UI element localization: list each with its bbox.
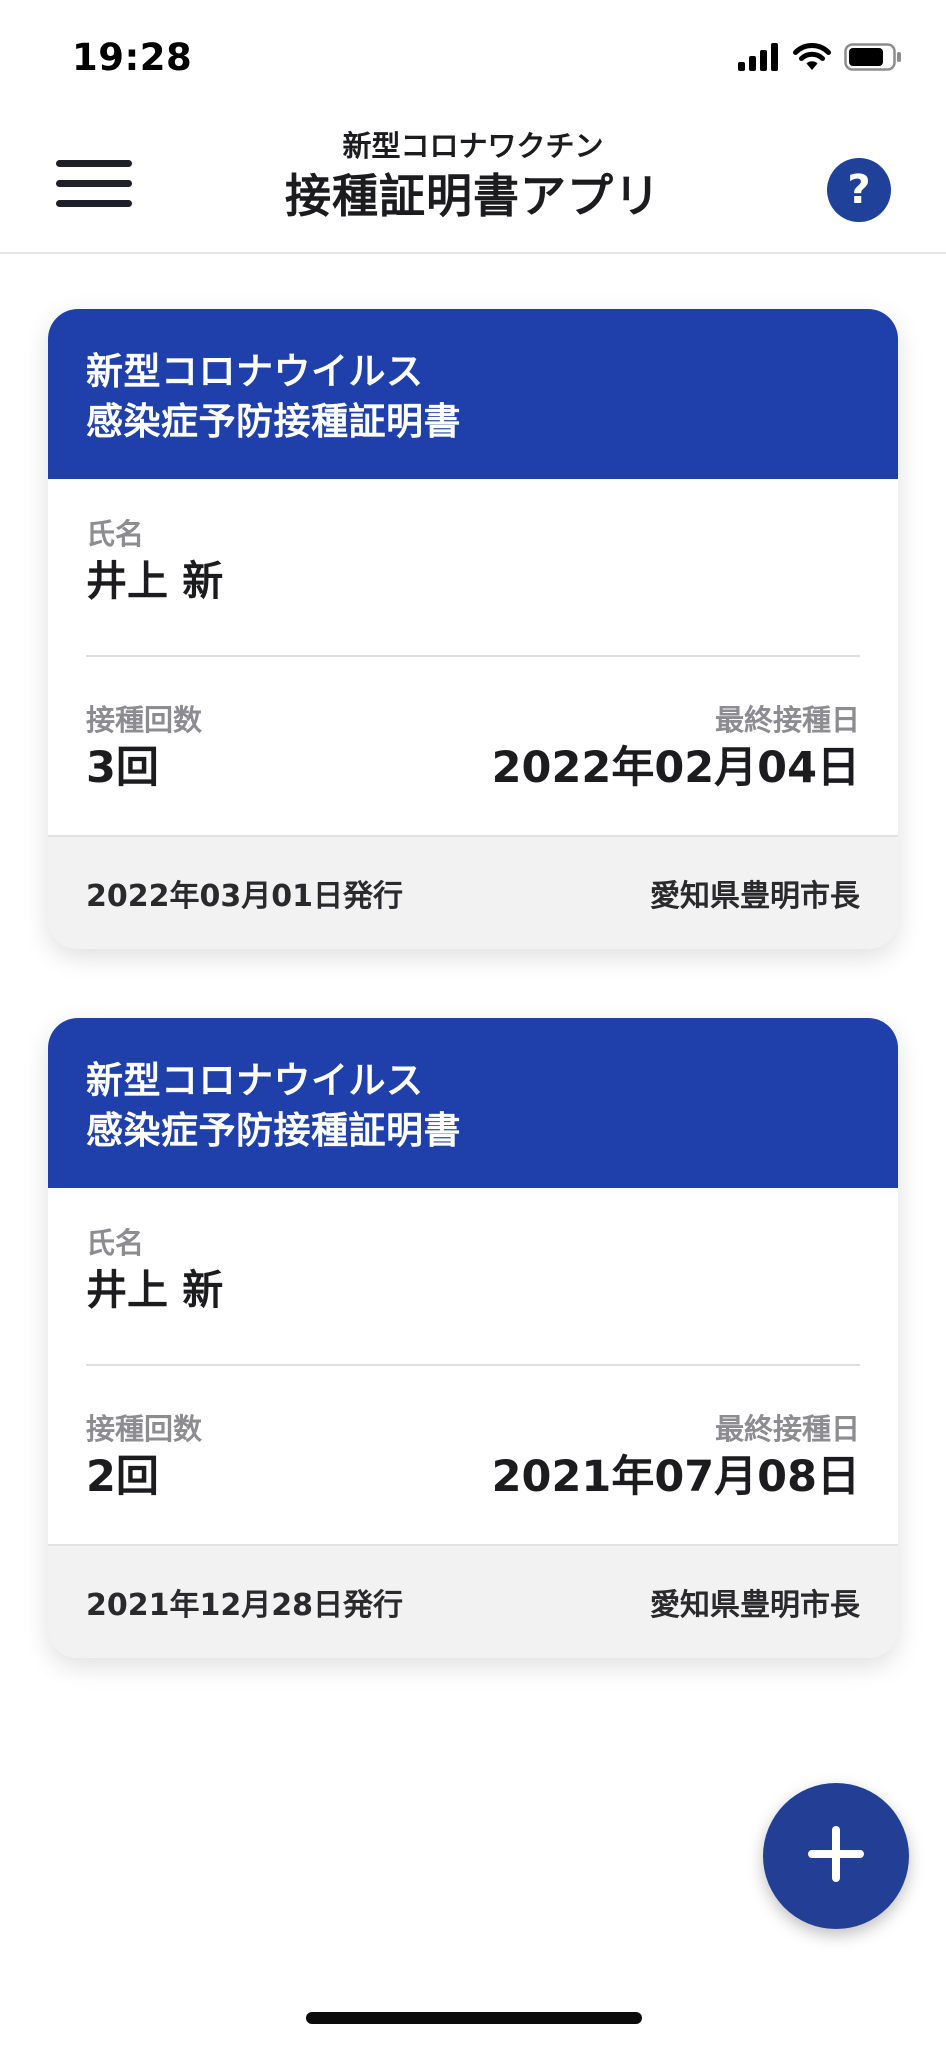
dose-section: 接種回数 2回 最終接種日 2021年07月08日 <box>86 1366 860 1544</box>
app-header: 新型コロナワクチン 接種証明書アプリ ? <box>0 120 946 254</box>
dose-section: 接種回数 3回 最終接種日 2022年02月04日 <box>86 657 860 835</box>
certificate-title-line2: 感染症予防接種証明書 <box>86 400 461 443</box>
name-value: 井上 新 <box>86 1266 224 1314</box>
status-bar: 19:28 <box>0 0 946 120</box>
certificate-card-footer: 2022年03月01日発行 愛知県豊明市長 <box>48 835 898 949</box>
issuer: 愛知県豊明市長 <box>650 879 860 914</box>
status-icons <box>738 42 902 72</box>
name-section: 氏名 井上 新 <box>86 1188 860 1366</box>
dose-count-block: 接種回数 3回 <box>86 701 202 835</box>
certificate-card-body: 氏名 井上 新 接種回数 2回 最終接種日 2021年07月08日 <box>48 1188 898 1544</box>
last-dose-label: 最終接種日 <box>714 703 860 737</box>
dose-count-label: 接種回数 <box>86 703 203 737</box>
plus-icon <box>804 1822 868 1890</box>
certificate-card-body: 氏名 井上 新 接種回数 3回 最終接種日 2022年02月04日 <box>48 479 898 835</box>
issue-date: 2022年03月01日発行 <box>86 879 403 914</box>
add-certificate-button[interactable] <box>763 1783 909 1929</box>
certificate-title-line1: 新型コロナウイルス <box>86 350 424 393</box>
help-icon[interactable]: ? <box>827 158 891 222</box>
dose-count-label: 接種回数 <box>86 1412 203 1446</box>
certificate-card-header: 新型コロナウイルス 感染症予防接種証明書 <box>48 309 898 479</box>
name-label: 氏名 <box>86 1226 145 1260</box>
certificate-card-footer: 2021年12月28日発行 愛知県豊明市長 <box>48 1544 898 1658</box>
wifi-icon <box>792 42 832 72</box>
dose-count-value: 2回 <box>86 1452 159 1502</box>
certificate-card-header: 新型コロナウイルス 感染症予防接種証明書 <box>48 1018 898 1188</box>
certificate-title-line1: 新型コロナウイルス <box>86 1059 424 1102</box>
header-titles: 新型コロナワクチン 接種証明書アプリ <box>0 126 946 226</box>
last-dose-value: 2021年07月08日 <box>491 1452 860 1502</box>
page-title: 接種証明書アプリ <box>285 169 661 223</box>
home-indicator[interactable] <box>306 2012 642 2024</box>
status-time: 19:28 <box>72 36 193 79</box>
last-dose-block: 最終接種日 2021年07月08日 <box>492 1410 860 1544</box>
dose-count-value: 3回 <box>86 743 159 793</box>
dose-count-block: 接種回数 2回 <box>86 1410 202 1544</box>
issue-date: 2021年12月28日発行 <box>86 1588 403 1623</box>
help-glyph: ? <box>847 167 871 213</box>
header-subtitle: 新型コロナワクチン <box>342 129 604 163</box>
certificate-title-line2: 感染症予防接種証明書 <box>86 1109 461 1152</box>
battery-icon <box>844 43 902 71</box>
name-section: 氏名 井上 新 <box>86 479 860 657</box>
name-label: 氏名 <box>86 517 145 551</box>
certificate-card[interactable]: 新型コロナウイルス 感染症予防接種証明書 氏名 井上 新 接種回数 3回 最終接… <box>48 309 898 949</box>
issuer: 愛知県豊明市長 <box>650 1588 860 1623</box>
name-value: 井上 新 <box>86 557 224 605</box>
last-dose-label: 最終接種日 <box>714 1412 860 1446</box>
certificate-card[interactable]: 新型コロナウイルス 感染症予防接種証明書 氏名 井上 新 接種回数 2回 最終接… <box>48 1018 898 1658</box>
cellular-signal-icon <box>738 43 780 71</box>
last-dose-value: 2022年02月04日 <box>491 743 860 793</box>
last-dose-block: 最終接種日 2022年02月04日 <box>492 701 860 835</box>
